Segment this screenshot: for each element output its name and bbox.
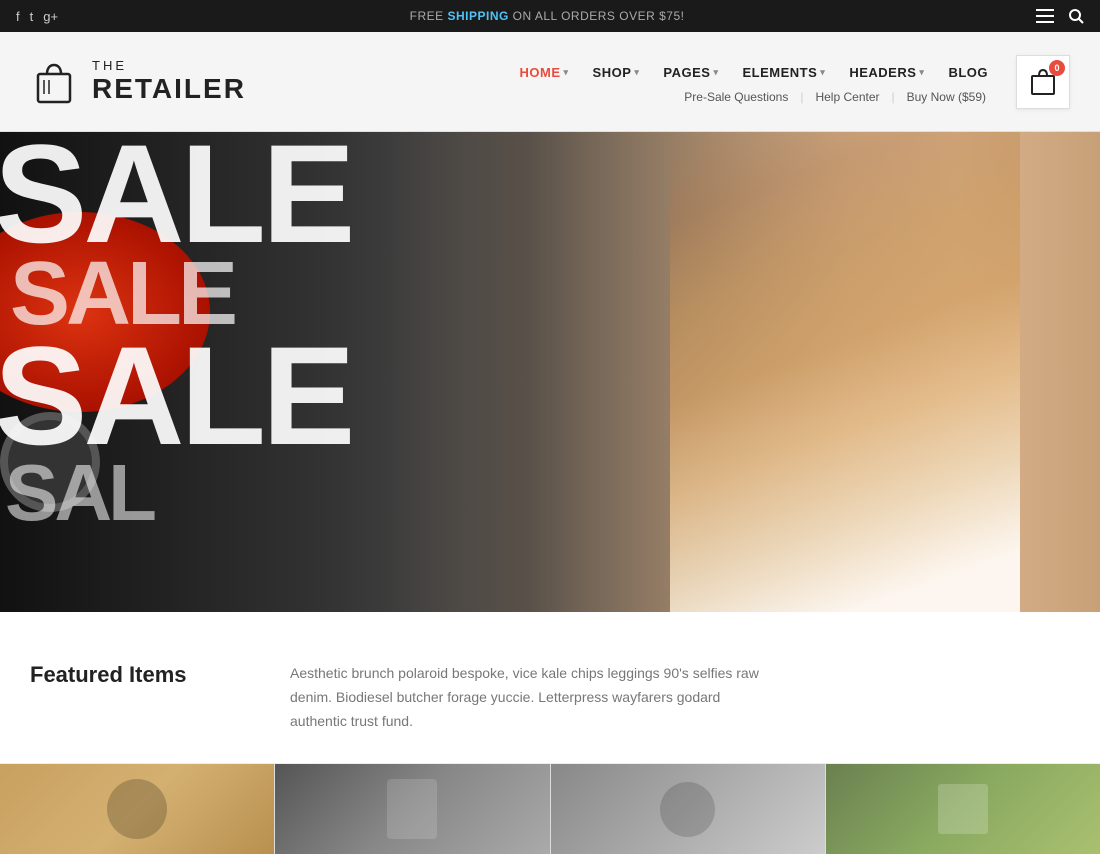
product-thumb-2[interactable] <box>275 764 550 854</box>
chevron-down-icon: ▾ <box>820 67 825 78</box>
pre-sale-link[interactable]: Pre-Sale Questions <box>672 90 800 104</box>
product-thumb-3[interactable] <box>551 764 826 854</box>
logo-bag-icon <box>30 58 78 106</box>
product-thumb-1[interactable] <box>0 764 275 854</box>
nav-pages[interactable]: PAGES ▾ <box>653 59 728 86</box>
featured-title: Featured Items <box>30 662 230 688</box>
sale-text-1: SALE <box>0 132 605 255</box>
top-bar-actions <box>1036 8 1084 24</box>
featured-section: Featured Items Aesthetic brunch polaroid… <box>0 612 1100 763</box>
logo-the: THE <box>92 58 246 73</box>
hero-person <box>670 132 1020 612</box>
shipping-highlight: SHIPPING <box>447 9 508 23</box>
nav-blog[interactable]: BLOG <box>938 59 998 86</box>
chevron-down-icon: ▾ <box>564 67 569 78</box>
featured-description: Aesthetic brunch polaroid bespoke, vice … <box>290 662 770 733</box>
menu-icon[interactable] <box>1036 9 1054 23</box>
logo-text: THE RETAILER <box>92 58 246 105</box>
chevron-down-icon: ▾ <box>634 67 639 78</box>
twitter-icon[interactable]: t <box>30 9 34 24</box>
products-row <box>0 763 1100 854</box>
nav-home[interactable]: HOME ▾ <box>510 59 579 86</box>
site-header: THE RETAILER HOME ▾ SHOP ▾ PAGES ▾ EL <box>0 32 1100 132</box>
nav-elements[interactable]: ELEMENTS ▾ <box>733 59 836 86</box>
cart-badge: 0 <box>1049 60 1065 76</box>
social-links: f t g+ <box>16 9 58 24</box>
logo-retailer: RETAILER <box>92 73 246 105</box>
help-center-link[interactable]: Help Center <box>803 90 891 104</box>
nav-primary: HOME ▾ SHOP ▾ PAGES ▾ ELEMENTS ▾ HEADERS <box>510 59 999 86</box>
googleplus-icon[interactable]: g+ <box>43 9 58 24</box>
nav-shop[interactable]: SHOP ▾ <box>583 59 650 86</box>
chevron-down-icon: ▾ <box>919 67 924 78</box>
facebook-icon[interactable]: f <box>16 9 20 24</box>
logo[interactable]: THE RETAILER <box>30 58 246 106</box>
product-thumb-4[interactable] <box>826 764 1100 854</box>
shipping-banner: FREE SHIPPING ON ALL ORDERS OVER $75! <box>58 9 1036 23</box>
main-nav: HOME ▾ SHOP ▾ PAGES ▾ ELEMENTS ▾ HEADERS <box>510 59 999 104</box>
nav-headers[interactable]: HEADERS ▾ <box>839 59 934 86</box>
buy-now-link[interactable]: Buy Now ($59) <box>895 90 998 104</box>
search-icon[interactable] <box>1068 8 1084 24</box>
nav-secondary: Pre-Sale Questions | Help Center | Buy N… <box>672 90 998 104</box>
sale-text-3: SALE <box>0 334 605 457</box>
sale-text-4: SAL <box>5 458 605 528</box>
chevron-down-icon: ▾ <box>713 67 718 78</box>
top-bar: f t g+ FREE SHIPPING ON ALL ORDERS OVER … <box>0 0 1100 32</box>
cart-button[interactable]: 0 <box>1016 55 1070 109</box>
hero-sale-overlay: SALE SALE SALE SAL <box>0 132 605 612</box>
hero-section: SALE SALE SALE SAL <box>0 132 1100 612</box>
